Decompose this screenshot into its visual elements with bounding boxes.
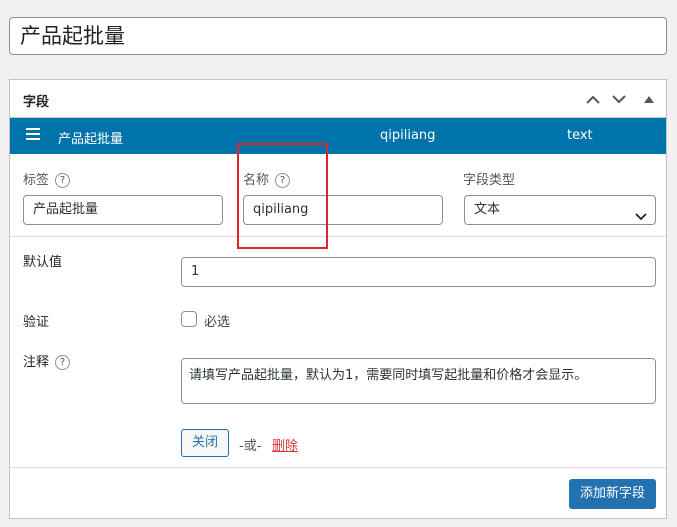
panel-header: 字段: [10, 80, 666, 118]
field-bar-name: qipiliang: [380, 128, 436, 143]
label-field[interactable]: 产品起批量: [23, 195, 223, 225]
label-caption: 标签?: [23, 169, 71, 188]
chevron-down-icon: [635, 204, 647, 232]
required-label[interactable]: 必选: [204, 311, 230, 330]
default-value-field[interactable]: 1: [181, 257, 656, 287]
required-checkbox[interactable]: [181, 311, 197, 327]
field-type-caption: 字段类型: [463, 173, 516, 188]
label-caption-text: 标签: [23, 173, 50, 188]
field-type-select[interactable]: 文本: [464, 195, 656, 225]
field-row-bar[interactable]: 产品起批量 qipiliang text: [10, 118, 666, 154]
note-textarea[interactable]: 请填写产品起批量，默认为1，需要同时填写起批量和价格才会显示。: [181, 358, 656, 404]
move-up-icon[interactable]: [584, 90, 602, 108]
delete-link[interactable]: 删除: [272, 435, 298, 454]
highlight-annotation-box: [237, 143, 328, 249]
field-type-value: 文本: [474, 202, 501, 217]
section-divider: [10, 236, 666, 237]
post-title-input[interactable]: 产品起批量: [9, 17, 667, 55]
footer-divider: [10, 467, 666, 468]
hamburger-icon[interactable]: [26, 128, 40, 142]
add-field-button[interactable]: 添加新字段: [569, 479, 657, 509]
or-separator: -或-: [239, 439, 262, 454]
field-group-panel: 字段 产品起批量 qipiliang text 标签? 产品起批量 名称? qi…: [9, 79, 667, 519]
close-button[interactable]: 关闭: [181, 429, 230, 457]
note-caption: 注释?: [23, 351, 71, 370]
field-bar-type: text: [567, 128, 593, 143]
help-icon[interactable]: ?: [55, 173, 71, 188]
field-bar-label[interactable]: 产品起批量: [58, 128, 123, 147]
panel-title: 字段: [23, 95, 50, 110]
validation-caption: 验证: [23, 315, 50, 330]
help-icon[interactable]: ?: [55, 355, 71, 370]
collapse-toggle-icon[interactable]: [640, 90, 658, 108]
move-down-icon[interactable]: [610, 90, 628, 108]
default-value-caption: 默认值: [23, 255, 63, 270]
note-caption-text: 注释: [23, 355, 50, 370]
